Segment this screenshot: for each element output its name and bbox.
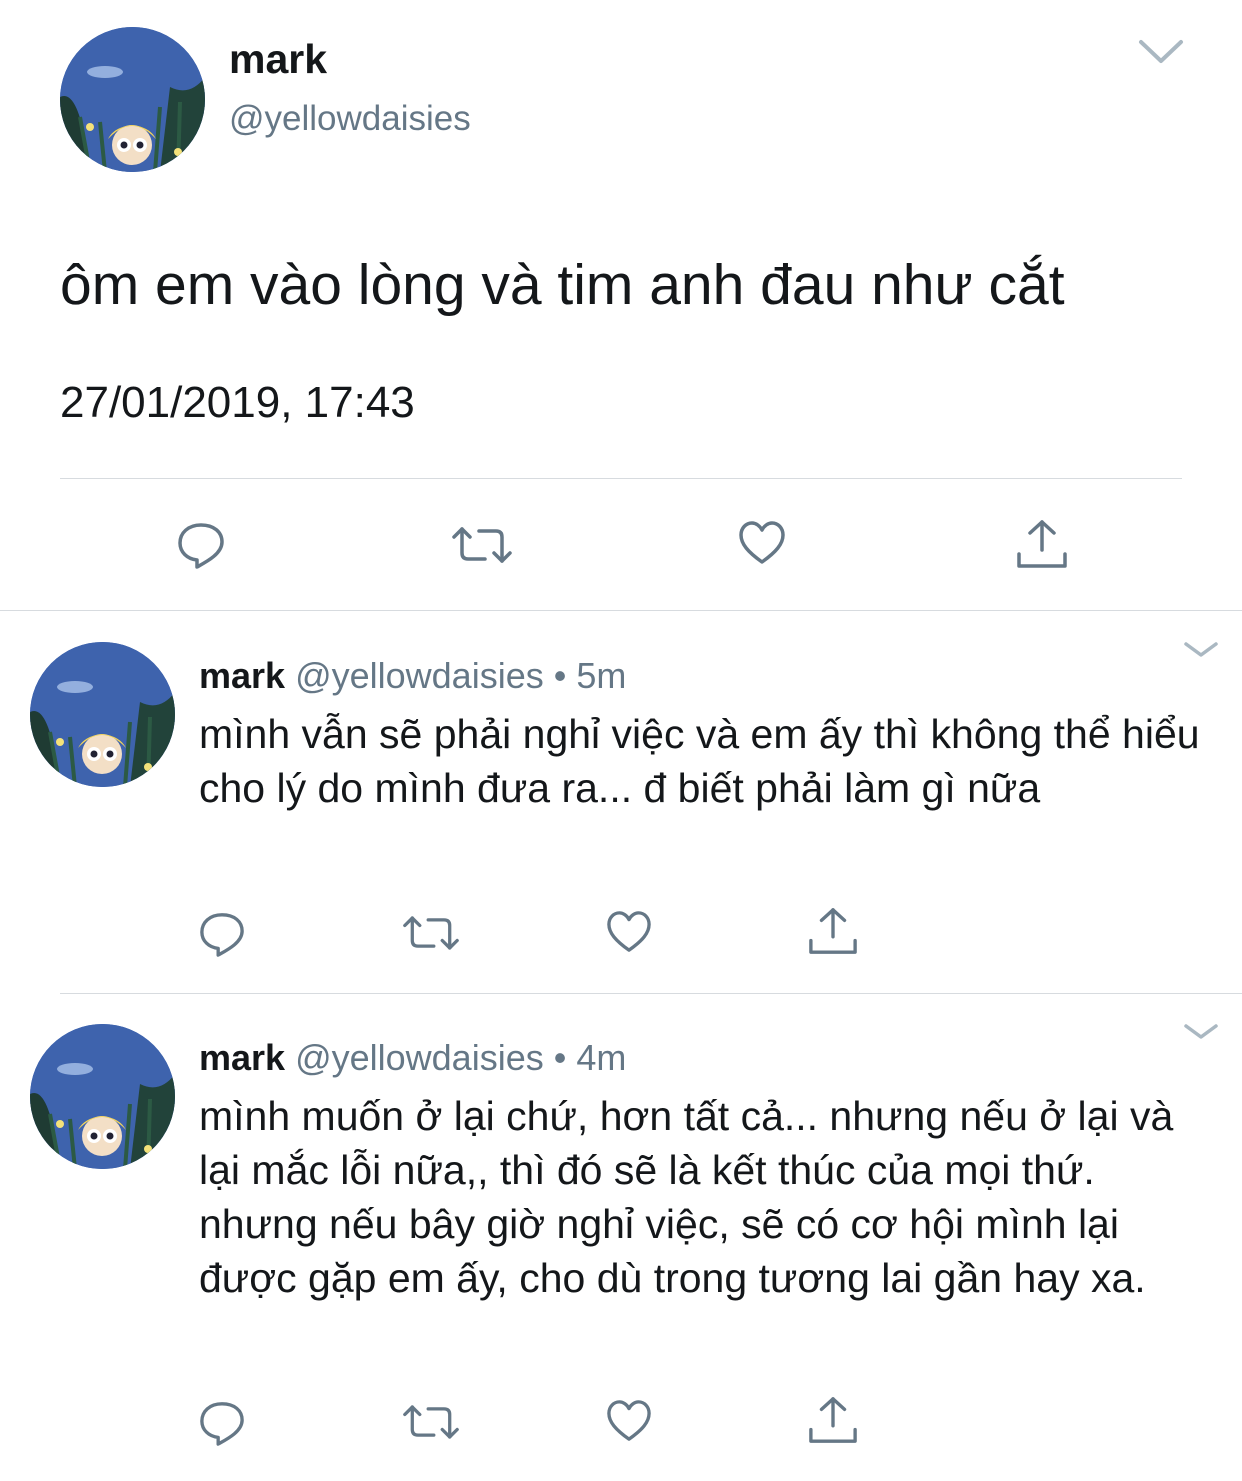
avatar[interactable] xyxy=(60,27,205,172)
divider xyxy=(60,993,1242,994)
display-name[interactable]: mark xyxy=(229,36,327,83)
user-handle[interactable]: @yellowdaisies xyxy=(295,655,544,696)
tweet-text: ôm em vào lòng và tim anh đau như cắt xyxy=(60,253,1065,317)
tweet-time[interactable]: 4m xyxy=(576,1037,626,1078)
chevron-down-icon[interactable] xyxy=(1138,38,1184,71)
divider xyxy=(0,610,1242,611)
tweet-time[interactable]: 5m xyxy=(576,655,626,696)
user-handle[interactable]: @yellowdaisies xyxy=(229,99,471,139)
share-icon[interactable] xyxy=(808,906,858,956)
user-handle[interactable]: @yellowdaisies xyxy=(295,1037,544,1078)
separator-dot: • xyxy=(553,1037,567,1078)
tweet-timestamp[interactable]: 27/01/2019, 17:43 xyxy=(60,378,415,428)
avatar[interactable] xyxy=(30,1024,175,1169)
chevron-down-icon[interactable] xyxy=(1183,1023,1219,1046)
avatar[interactable] xyxy=(30,642,175,787)
chevron-down-icon[interactable] xyxy=(1183,641,1219,664)
reply-header: mark @yellowdaisies • 5m xyxy=(199,655,626,697)
share-icon[interactable] xyxy=(808,1395,858,1445)
divider xyxy=(60,478,1182,479)
tweet-text: mình vẫn sẽ phải nghỉ việc và em ấy thì … xyxy=(199,711,1200,811)
avatar-image xyxy=(30,642,175,787)
separator-dot: • xyxy=(553,655,567,696)
avatar-image xyxy=(60,27,205,172)
reply-header: mark @yellowdaisies • 4m xyxy=(199,1037,626,1079)
reply-icon[interactable] xyxy=(198,911,246,957)
display-name[interactable]: mark xyxy=(199,1037,285,1078)
avatar-image xyxy=(30,1024,175,1169)
retweet-icon[interactable] xyxy=(402,914,460,952)
retweet-icon[interactable] xyxy=(402,1403,460,1441)
share-icon[interactable] xyxy=(1016,518,1068,570)
retweet-icon[interactable] xyxy=(451,525,513,565)
reply-icon[interactable] xyxy=(176,521,226,569)
display-name[interactable]: mark xyxy=(199,655,285,696)
like-icon[interactable] xyxy=(738,520,786,566)
reply-icon[interactable] xyxy=(198,1400,246,1446)
tweet-text: mình muốn ở lại chứ, hơn tất cả... nhưng… xyxy=(199,1093,1174,1301)
like-icon[interactable] xyxy=(606,910,652,954)
like-icon[interactable] xyxy=(606,1399,652,1443)
